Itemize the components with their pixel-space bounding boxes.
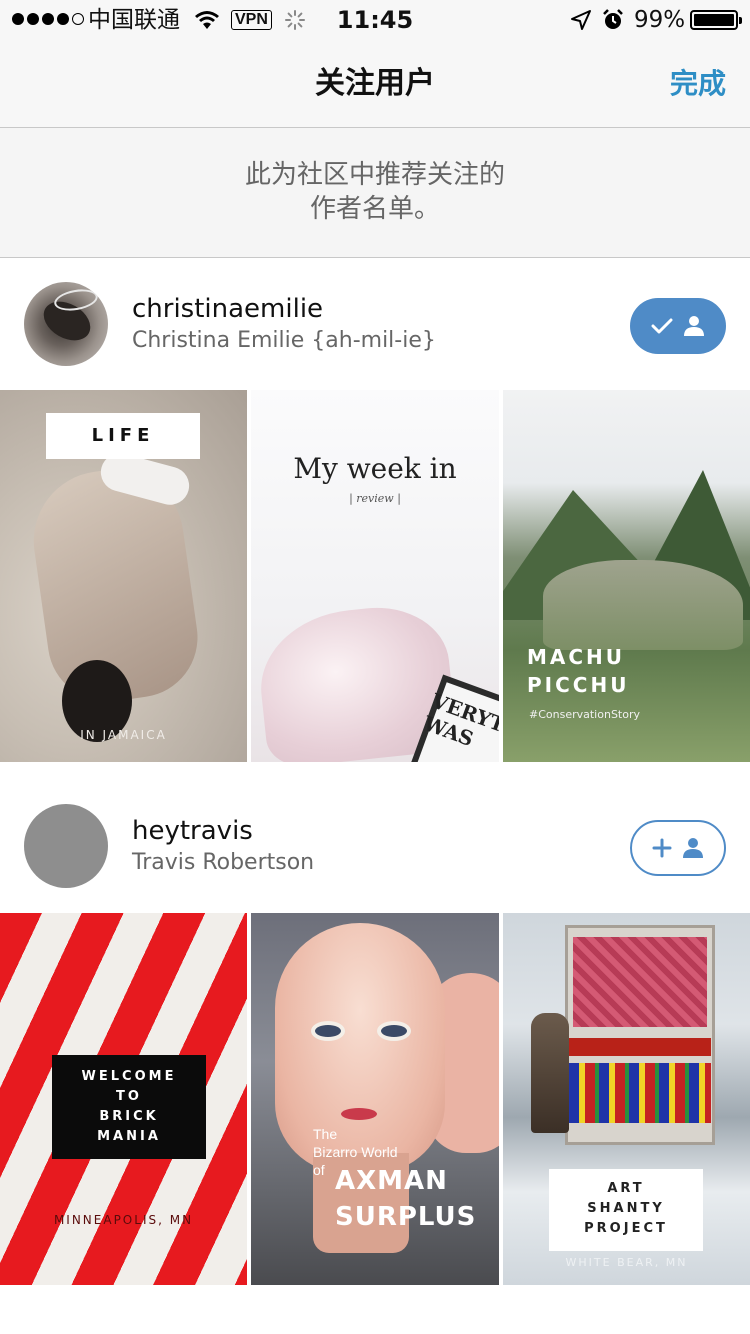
story-title-line: PROJECT <box>584 1221 668 1236</box>
story-subtitle-line: Bizarro World <box>313 1144 398 1160</box>
story-title-line: ART <box>607 1181 645 1196</box>
user-row-heytravis[interactable]: heytravis Travis Robertson <box>0 780 750 912</box>
story-card-my-week[interactable]: VERYTHIN WAS My week in | review | <box>251 390 499 762</box>
story-title-line: MANIA <box>97 1129 161 1144</box>
story-title-line: SHANTY <box>587 1201 665 1216</box>
location-arrow-icon <box>571 10 591 30</box>
story-hashtag: #ConservationStory <box>529 708 640 721</box>
done-button[interactable]: 完成 <box>670 66 726 102</box>
story-card-art-shanty[interactable]: ART SHANTY PROJECT WHITE BEAR, MN <box>503 913 750 1285</box>
story-photo-detail <box>377 1021 411 1041</box>
story-subtitle: IN JAMAICA <box>80 728 167 742</box>
follow-button[interactable] <box>630 820 726 876</box>
story-title-line: AXMAN <box>335 1166 448 1196</box>
story-photo-detail <box>311 1021 345 1041</box>
story-photo-detail <box>573 937 707 1027</box>
story-title-line: TO <box>116 1089 142 1104</box>
intro-banner: 此为社区中推荐关注的 作者名单。 <box>0 128 750 258</box>
user-row-christinaemilie[interactable]: christinaemilie Christina Emilie {ah-mil… <box>0 258 750 390</box>
story-card-machu-picchu[interactable]: MACHU PICCHU #ConservationStory <box>503 390 750 762</box>
battery-percent: 99% <box>634 7 686 33</box>
intro-line-1: 此为社区中推荐关注的 <box>244 160 505 190</box>
story-photo-detail <box>569 1063 711 1123</box>
story-title: WELCOME TO BRICK MANIA <box>52 1055 206 1159</box>
story-subtitle: MINNEAPOLIS, MN <box>53 1213 194 1227</box>
story-photo-detail <box>531 1013 569 1133</box>
story-title: My week in <box>293 452 457 485</box>
intro-text: 此为社区中推荐关注的 作者名单。 <box>0 158 750 226</box>
checkmark-icon <box>651 318 673 334</box>
story-grid-christinaemilie: LIFE IN JAMAICA VERYTHIN WAS My week in … <box>0 390 750 762</box>
username[interactable]: christinaemilie <box>132 294 323 324</box>
story-title-line: SURPLUS <box>335 1202 477 1232</box>
story-title-line: WELCOME <box>81 1069 177 1084</box>
story-card-brick-mania[interactable]: WELCOME TO BRICK MANIA MINNEAPOLIS, MN <box>0 913 247 1285</box>
story-photo-detail <box>341 1108 377 1120</box>
person-icon <box>684 316 704 336</box>
story-photo-detail <box>569 1038 711 1056</box>
story-subtitle-line: The <box>313 1126 338 1142</box>
story-photo-detail <box>543 560 743 650</box>
story-subtitle: WHITE BEAR, MN <box>565 1256 688 1269</box>
intro-line-2: 作者名单。 <box>309 194 440 224</box>
person-icon <box>683 838 703 858</box>
story-subtitle: | review | <box>349 492 401 505</box>
battery-icon <box>690 10 742 30</box>
display-name: Christina Emilie {ah-mil-ie} <box>132 328 436 353</box>
following-button[interactable] <box>630 298 726 354</box>
story-title-line: MACHU <box>527 645 626 669</box>
story-card-axman-surplus[interactable]: The Bizarro World of AXMAN SURPLUS <box>251 913 499 1285</box>
plus-icon <box>652 838 672 858</box>
alarm-clock-icon <box>603 9 623 29</box>
story-title: MACHU PICCHU <box>527 643 629 699</box>
avatar[interactable] <box>24 282 108 366</box>
username[interactable]: heytravis <box>132 816 253 846</box>
story-title-line: PICCHU <box>527 673 630 697</box>
page-title: 关注用户 <box>315 66 435 101</box>
story-card-life[interactable]: LIFE IN JAMAICA <box>0 390 247 762</box>
story-title: ART SHANTY PROJECT <box>549 1169 703 1251</box>
story-grid-heytravis: WELCOME TO BRICK MANIA MINNEAPOLIS, MN T… <box>0 913 750 1285</box>
navigation-bar: 关注用户 完成 <box>0 40 750 128</box>
story-title-line: BRICK <box>99 1109 159 1124</box>
display-name: Travis Robertson <box>132 850 315 875</box>
story-title: LIFE <box>46 413 200 459</box>
battery-fill <box>694 14 734 26</box>
status-bar: 中国联通 VPN 11:45 99% <box>0 0 750 40</box>
avatar[interactable] <box>24 804 108 888</box>
story-title: AXMAN SURPLUS <box>335 1163 476 1235</box>
